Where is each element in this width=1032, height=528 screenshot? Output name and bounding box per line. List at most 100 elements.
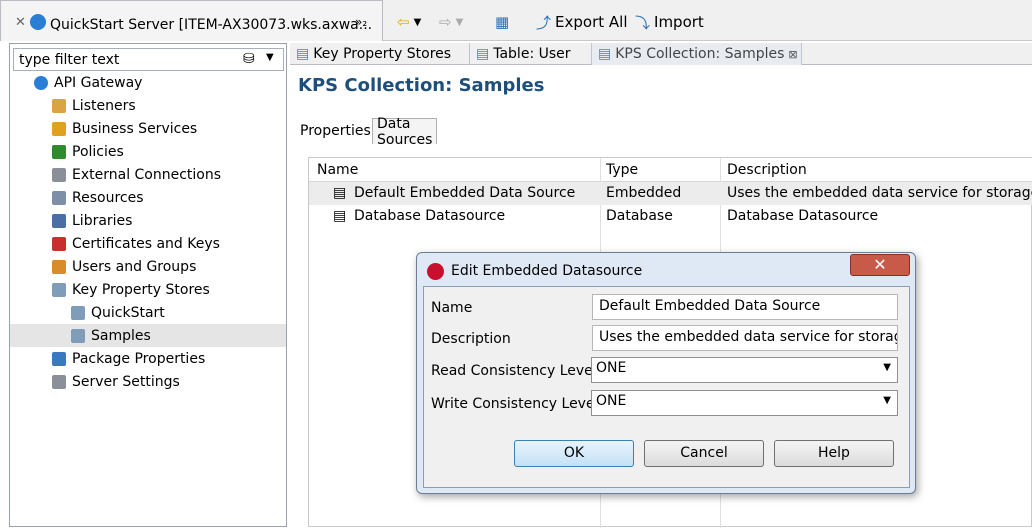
server-tab-title: QuickStart Server [ITEM-AX30073.wks.axwa… — [50, 17, 373, 33]
tree-item-label: External Connections — [72, 166, 222, 183]
overflow-tabs-button[interactable]: »₂ — [355, 15, 367, 29]
import-label: Import — [654, 13, 704, 31]
tree-item-package-properties[interactable]: Package Properties — [10, 347, 286, 370]
tree-item-resources[interactable]: Resources — [10, 186, 286, 209]
column-header-type[interactable]: Type — [606, 162, 638, 178]
read-consistency-value: ONE — [596, 360, 627, 376]
name-field[interactable]: Default Embedded Data Source — [592, 294, 898, 320]
write-consistency-label: Write Consistency Level — [431, 396, 599, 412]
app-logo-icon — [427, 263, 444, 280]
tree-item-libraries[interactable]: Libraries — [10, 209, 286, 232]
grid-icon: ▦ — [495, 13, 510, 31]
dialog-title: Edit Embedded Datasource — [451, 263, 643, 279]
binoculars-icon[interactable]: ⛁ — [243, 51, 255, 67]
column-header-description[interactable]: Description — [727, 162, 807, 178]
tree-item-label: Certificates and Keys — [72, 235, 220, 252]
wrench-icon — [52, 374, 66, 389]
tab-data-sources[interactable]: Data Sources — [372, 116, 438, 148]
back-button[interactable]: ⇦ ▼ — [397, 12, 421, 32]
editor-tabs: ▤ Key Property Stores ▤ Table: User ▤ KPS C… — [290, 43, 1032, 65]
cell-type: Embedded — [606, 185, 682, 201]
page-title: KPS Collection: Samples — [298, 75, 545, 96]
connection-icon — [52, 167, 66, 182]
chevron-down-icon: ▼ — [413, 16, 422, 28]
tree-item-key-property-stores[interactable]: Key Property Stores — [10, 278, 286, 301]
tab-table-user[interactable]: ▤ Table: User — [470, 43, 592, 65]
tree-item-label: Samples — [91, 327, 151, 344]
tree-item-label: API Gateway — [54, 74, 143, 91]
package-icon — [52, 351, 66, 366]
tree-item-label: Package Properties — [72, 350, 206, 367]
close-button[interactable]: ✕ — [850, 254, 910, 276]
tab-key-property-stores[interactable]: ▤ Key Property Stores — [290, 43, 470, 65]
certificate-icon — [52, 236, 66, 251]
forward-arrow-icon: ⇨ — [439, 13, 452, 31]
ok-button[interactable]: OK — [514, 440, 634, 467]
chevron-down-icon: ▼ — [883, 362, 891, 373]
edit-datasource-dialog: Edit Embedded Datasource ✕ Name Default … — [416, 252, 916, 494]
tree-item-users-groups[interactable]: Users and Groups — [10, 255, 286, 278]
dialog-body: Name Default Embedded Data Source Descri… — [423, 286, 910, 488]
tab-kps-collection-samples[interactable]: ▤ KPS Collection: Samples ⊠ — [592, 43, 802, 65]
export-all-button[interactable]: ⤴ Export All — [536, 12, 627, 32]
forward-button[interactable]: ⇨ ▼ — [439, 12, 463, 32]
tree-item-api-gateway[interactable]: API Gateway — [10, 71, 286, 94]
cancel-button[interactable]: Cancel — [644, 440, 764, 467]
cell-description: Uses the embedded data service for stora… — [727, 185, 1032, 201]
books-icon — [52, 213, 66, 228]
write-consistency-select[interactable]: ONE ▼ — [591, 390, 898, 416]
table-icon: ▤ — [296, 46, 310, 62]
back-arrow-icon: ⇦ — [397, 13, 410, 31]
chevron-down-icon: ▼ — [455, 16, 464, 28]
name-label: Name — [431, 300, 473, 316]
tree: API Gateway Listeners Business Services … — [10, 71, 286, 393]
tree-item-business-services[interactable]: Business Services — [10, 117, 286, 140]
close-icon: ✕ — [873, 255, 887, 274]
read-consistency-label: Read Consistency Level — [431, 363, 597, 379]
tree-item-quickstart[interactable]: QuickStart — [10, 301, 286, 324]
policy-icon — [52, 144, 66, 159]
export-icon: ⤴ — [536, 13, 552, 32]
tree-item-label: Listeners — [72, 97, 136, 114]
tree-item-policies[interactable]: Policies — [10, 140, 286, 163]
read-consistency-select[interactable]: ONE ▼ — [591, 357, 898, 383]
tree-item-label: Policies — [72, 143, 124, 160]
tree-item-certificates[interactable]: Certificates and Keys — [10, 232, 286, 255]
chevron-down-icon[interactable]: ▼ — [266, 52, 274, 63]
users-icon — [52, 259, 66, 274]
deploy-button[interactable]: ▦ — [495, 12, 509, 32]
chevron-down-icon: ▼ — [883, 395, 891, 406]
tree-item-label: Users and Groups — [72, 258, 197, 275]
cell-name: Default Embedded Data Source — [354, 185, 576, 201]
tree-item-server-settings[interactable]: Server Settings — [10, 370, 286, 393]
tree-item-label: Server Settings — [72, 373, 180, 390]
tree-item-label: QuickStart — [91, 304, 165, 321]
handshake-icon — [52, 121, 66, 136]
column-header-name[interactable]: Name — [317, 162, 358, 178]
table-icon: ▤ — [333, 208, 347, 224]
table-row[interactable]: ▤ Database Datasource Database Database … — [309, 205, 1032, 228]
globe-icon — [30, 14, 46, 30]
table-icon — [71, 328, 85, 343]
close-icon[interactable]: ⊠ — [788, 48, 797, 61]
filter-placeholder: type filter text — [19, 52, 120, 68]
table-icon — [71, 305, 85, 320]
tab-properties[interactable]: Properties — [296, 118, 375, 144]
help-button[interactable]: Help — [774, 440, 894, 467]
import-button[interactable]: ⤵ Import — [635, 12, 704, 32]
tree-item-listeners[interactable]: Listeners — [10, 94, 286, 117]
description-field[interactable]: Uses the embedded data service for stora… — [592, 325, 898, 351]
globe-icon — [34, 75, 48, 90]
tab-label: Key Property Stores — [313, 46, 452, 62]
table-header: Name Type Description — [309, 158, 1032, 182]
table-row[interactable]: ▤ Default Embedded Data Source Embedded … — [309, 182, 1032, 205]
server-tab[interactable]: ✕ QuickStart Server [ITEM-AX30073.wks.ax… — [0, 0, 383, 41]
tree-item-samples[interactable]: Samples — [10, 324, 286, 347]
cell-name: Database Datasource — [354, 208, 506, 224]
close-icon[interactable]: ✕ — [15, 15, 26, 30]
table-icon: ▤ — [476, 46, 490, 62]
tree-item-external-connections[interactable]: External Connections — [10, 163, 286, 186]
filter-input[interactable]: type filter text ⛁ ▼ — [13, 48, 284, 71]
tree-item-label: Business Services — [72, 120, 198, 137]
resources-icon — [52, 190, 66, 205]
